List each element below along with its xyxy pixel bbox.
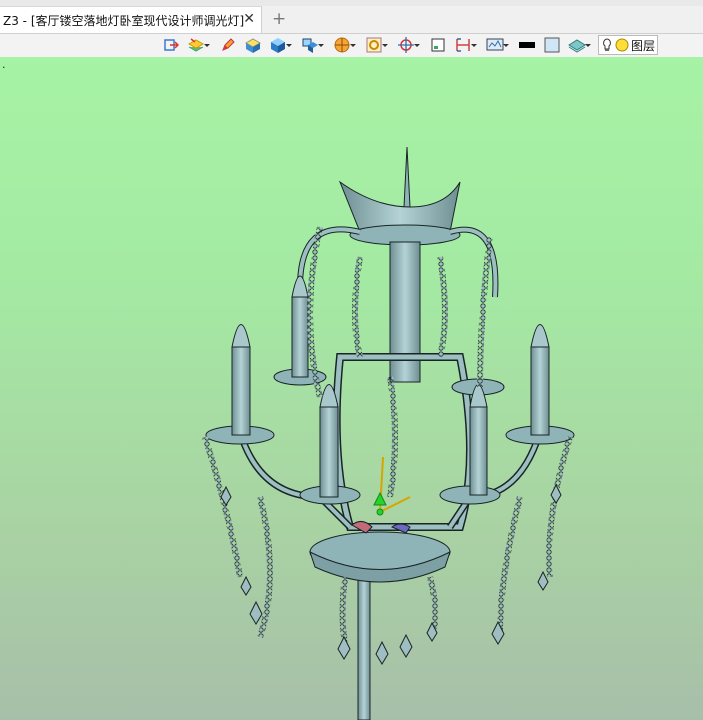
view-cube-icon[interactable]	[299, 35, 324, 55]
layer-plane-icon[interactable]	[566, 35, 591, 55]
new-tab-icon[interactable]: +	[272, 9, 286, 29]
layer-label: 图层	[631, 38, 656, 53]
display-icon[interactable]	[484, 35, 509, 55]
box-yellow-icon[interactable]	[242, 35, 264, 55]
zoom-fit-icon[interactable]	[363, 35, 388, 55]
color-black-icon[interactable]	[516, 35, 538, 55]
layer-selector[interactable]: 图层	[598, 35, 659, 55]
color-light-blue-icon[interactable]	[541, 35, 563, 55]
measure-icon[interactable]	[452, 35, 477, 55]
cube-blue-icon[interactable]	[267, 35, 292, 55]
exit-icon[interactable]	[160, 35, 182, 55]
view-toolbar: 图层	[160, 33, 703, 57]
3d-viewport[interactable]: .	[0, 57, 703, 720]
pencil-icon[interactable]	[217, 35, 239, 55]
render-mode-icon[interactable]	[331, 35, 356, 55]
pan-icon[interactable]	[395, 35, 420, 55]
lightbulb-icon	[603, 38, 611, 51]
document-tab[interactable]: Z3 - [客厅镂空落地灯卧室现代设计师调光灯] ✕	[0, 6, 262, 33]
layers-icon[interactable]	[185, 35, 210, 55]
chandelier-model	[202, 146, 575, 720]
document-tab-title: Z3 - [客厅镂空落地灯卧室现代设计师调光灯]	[3, 13, 245, 28]
layer-color-icon	[615, 38, 629, 52]
document-tab-bar: Z3 - [客厅镂空落地灯卧室现代设计师调光灯] ✕ +	[0, 0, 703, 34]
frame-icon[interactable]	[427, 35, 449, 55]
close-tab-icon[interactable]: ✕	[243, 11, 255, 27]
